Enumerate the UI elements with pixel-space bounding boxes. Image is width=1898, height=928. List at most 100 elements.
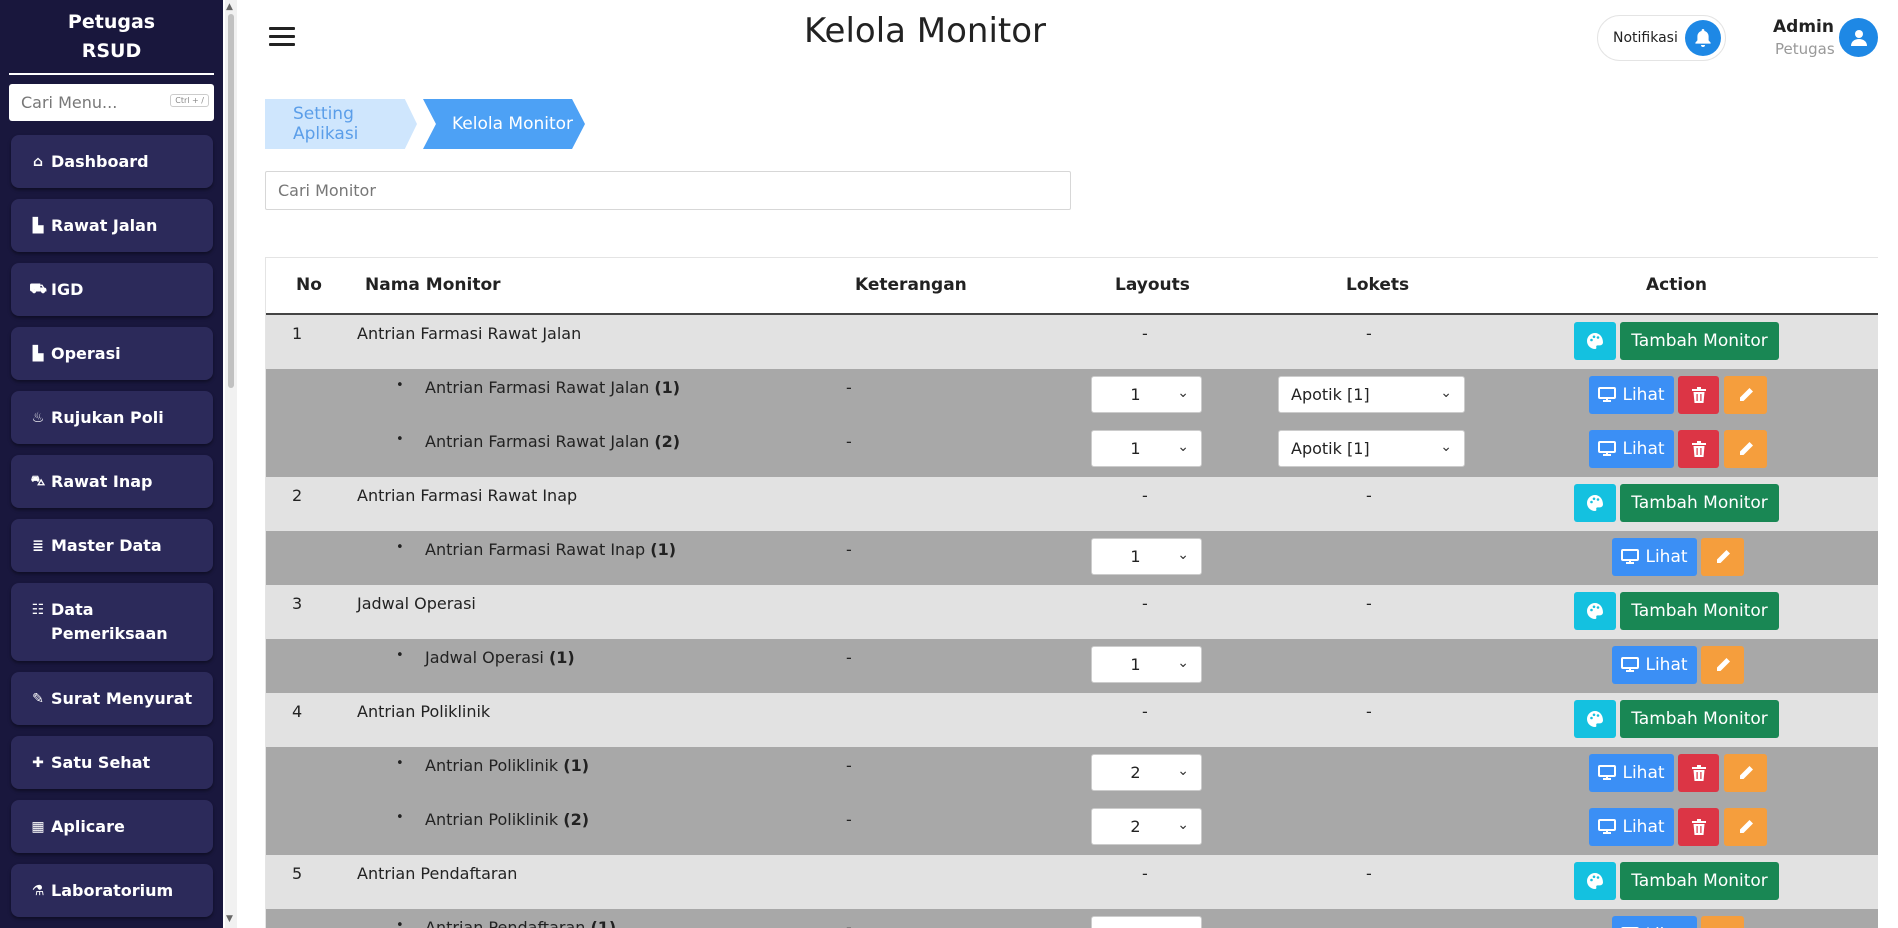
sidebar-search[interactable]: Ctrl + / [9,84,214,121]
monitor-name-text: Antrian Pendaftaran [425,918,586,928]
monitor-group-name: Antrian Farmasi Rawat Jalan [357,324,582,343]
lihat-button[interactable]: Lihat [1589,430,1674,468]
edit-button[interactable] [1724,376,1767,414]
loket-select[interactable]: Apotik [1] ⌄ [1278,376,1465,413]
bullet-icon: • [396,378,404,393]
sidebar-item-master-data[interactable]: ≣ Master Data [11,519,213,572]
sidebar-item-label: Rujukan Poli [51,408,164,427]
monitor-keterangan: - [846,378,852,397]
breadcrumb-setting-aplikasi[interactable]: Setting Aplikasi [265,99,417,149]
sidebar-divider [9,73,214,75]
row-number: 4 [292,702,303,721]
edit-button[interactable] [1724,430,1767,468]
sidebar-item-label: Rawat Inap [51,472,153,491]
edit-button[interactable] [1701,916,1744,928]
hamburger-menu-icon[interactable] [269,27,295,51]
trash-icon [1691,441,1706,457]
palette-button[interactable] [1574,700,1616,738]
lihat-button[interactable]: Lihat [1589,376,1674,414]
monitor-name: Antrian Pendaftaran (1) [425,918,616,928]
sidebar-title-line1: Petugas [67,11,156,33]
sidebar-item-label: Laboratorium [51,881,174,900]
tambah-monitor-button[interactable]: Tambah Monitor [1620,484,1779,522]
edit-button[interactable] [1701,646,1744,684]
sidebar-item-label: Rawat Jalan [51,216,158,235]
monitor-icon [1598,819,1617,835]
delete-button[interactable] [1678,808,1719,846]
tambah-monitor-button[interactable]: Tambah Monitor [1620,322,1779,360]
user-avatar-icon[interactable] [1839,18,1878,57]
sidebar-item-rujukan-poli[interactable]: ♨ Rujukan Poli [11,391,213,444]
lihat-button[interactable]: Lihat [1612,538,1697,576]
lihat-button[interactable]: Lihat [1589,754,1674,792]
monitor-name: Antrian Farmasi Rawat Inap (1) [425,540,676,559]
sidebar: Petugas RSUD Ctrl + / ⌂ Dashboard ▙ Rawat J… [0,0,223,928]
group-lokets: - [1366,702,1372,721]
tambah-monitor-button[interactable]: Tambah Monitor [1620,700,1779,738]
breadcrumb-kelola-monitor: Kelola Monitor [423,99,585,149]
pencil-icon [1738,441,1754,457]
layout-select[interactable]: 1 ⌄ [1091,646,1202,683]
scroll-down-icon[interactable]: ▼ [226,914,233,924]
sidebar-item-label: Aplicare [51,817,125,836]
group-layouts: - [1142,486,1148,505]
tambah-monitor-button[interactable]: Tambah Monitor [1620,592,1779,630]
delete-button[interactable] [1678,754,1719,792]
bed-icon: ⛍ [30,472,46,489]
delete-button[interactable] [1678,376,1719,414]
layout-select-value: 1 [1130,385,1141,404]
sidebar-scrollbar-thumb[interactable] [228,14,234,388]
chevron-down-icon: ⌄ [1177,385,1189,401]
palette-button[interactable] [1574,484,1616,522]
monitor-name: Antrian Farmasi Rawat Jalan (1) [425,378,680,397]
flask-icon: ⚗ [31,882,45,899]
sidebar-search-input[interactable] [21,93,161,112]
trash-icon [1691,387,1706,403]
sidebar-item-operasi[interactable]: ▙ Operasi [11,327,213,380]
sidebar-item-data-pemeriksaan[interactable]: ☷ Data Pemeriksaan [11,583,213,661]
layout-select[interactable]: 1 ⌄ [1091,538,1202,575]
group-layouts: - [1142,594,1148,613]
table-row: 3 Jadwal Operasi - - Tambah Monitor [266,585,1878,639]
edit-button[interactable] [1701,538,1744,576]
loket-select[interactable]: Apotik [1] ⌄ [1278,430,1465,467]
palette-button[interactable] [1574,592,1616,630]
layout-select[interactable]: ⌄ [1091,916,1202,928]
edit-button[interactable] [1724,754,1767,792]
group-layouts: - [1142,864,1148,883]
palette-button[interactable] [1574,862,1616,900]
monitor-name-text: Antrian Farmasi Rawat Jalan [425,378,650,397]
layout-select[interactable]: 2 ⌄ [1091,754,1202,791]
monitor-keterangan: - [846,432,852,451]
layout-select[interactable]: 1 ⌄ [1091,430,1202,467]
palette-button[interactable] [1574,322,1616,360]
notification-button[interactable]: Notifikasi [1597,15,1726,61]
sidebar-item-igd[interactable]: ⛟ IGD [11,263,213,316]
layout-select[interactable]: 1 ⌄ [1091,376,1202,413]
sidebar-item-rawat-inap[interactable]: ⛍ Rawat Inap [11,455,213,508]
delete-button[interactable] [1678,430,1719,468]
sidebar-item-satu-sehat[interactable]: ✚ Satu Sehat [11,736,213,789]
lihat-button[interactable]: Lihat [1612,646,1697,684]
column-action: Action [1646,275,1707,295]
lihat-button[interactable]: Lihat [1612,916,1697,928]
chevron-down-icon: ⌄ [1177,817,1189,833]
tambah-monitor-button[interactable]: Tambah Monitor [1620,862,1779,900]
chevron-down-icon: ⌄ [1440,439,1452,455]
bell-icon [1685,20,1721,56]
sidebar-item-dashboard[interactable]: ⌂ Dashboard [11,135,213,188]
bullet-icon: • [396,540,404,555]
chevron-down-icon: ⌄ [1177,547,1189,563]
edit-button[interactable] [1724,808,1767,846]
chevron-down-icon: ⌄ [1440,385,1452,401]
sidebar-item-surat-menyurat[interactable]: ✎ Surat Menyurat [11,672,213,725]
puzzle-icon: ✚ [32,754,44,771]
bullet-icon: • [396,810,404,825]
sidebar-item-laboratorium[interactable]: ⚗ Laboratorium [11,864,213,917]
sidebar-item-aplicare[interactable]: ▦ Aplicare [11,800,213,853]
lihat-button[interactable]: Lihat [1589,808,1674,846]
monitor-search-input[interactable] [265,171,1071,210]
layout-select[interactable]: 2 ⌄ [1091,808,1202,845]
scroll-up-icon[interactable]: ▲ [226,2,233,12]
sidebar-item-rawat-jalan[interactable]: ▙ Rawat Jalan [11,199,213,252]
